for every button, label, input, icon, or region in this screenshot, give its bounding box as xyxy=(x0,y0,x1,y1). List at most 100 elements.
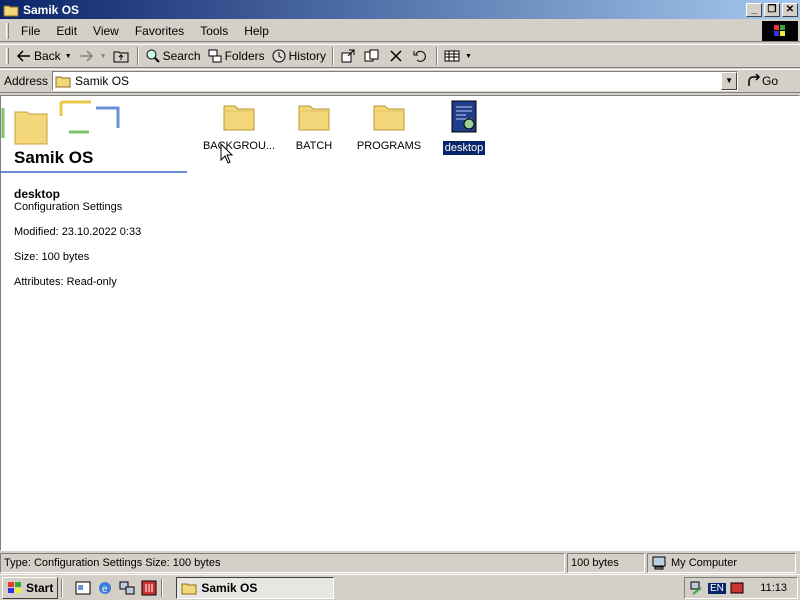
file-item-desktop[interactable]: desktop xyxy=(424,100,504,155)
folder-icon xyxy=(373,105,405,131)
folder-item-programs[interactable]: PROGRAMS xyxy=(349,100,429,153)
web-view-panel: Samik OS desktop Configuration Settings … xyxy=(1,96,189,550)
chevron-down-icon[interactable]: ▼ xyxy=(721,72,738,90)
address-value: Samik OS xyxy=(75,74,130,88)
move-to-icon xyxy=(341,49,355,63)
menu-view[interactable]: View xyxy=(85,22,127,40)
back-button[interactable]: Back ▼ xyxy=(13,45,75,67)
minimize-button[interactable]: _ xyxy=(746,2,762,17)
menu-edit[interactable]: Edit xyxy=(48,22,85,40)
taskbar: Start e Samik OS EN 11:13 xyxy=(0,574,800,600)
config-file-icon xyxy=(451,100,477,133)
clock[interactable]: 11:13 xyxy=(760,582,787,594)
svg-text:e: e xyxy=(102,584,108,595)
selected-item-size: Size: 100 bytes xyxy=(14,251,90,263)
language-indicator[interactable]: EN xyxy=(708,582,726,594)
address-label: Address xyxy=(4,74,49,88)
network-icon[interactable] xyxy=(118,579,136,597)
taskbar-window-label: Samik OS xyxy=(201,580,258,595)
menu-favorites[interactable]: Favorites xyxy=(127,22,192,40)
taskbar-window-samik-os[interactable]: Samik OS xyxy=(176,576,335,599)
folder-item-batch[interactable]: BATCH xyxy=(274,100,354,153)
folder-label: BATCH xyxy=(295,140,333,152)
start-label: Start xyxy=(26,580,54,595)
folder-item-backgrounds[interactable]: BACKGROU... xyxy=(199,100,279,153)
status-zone: My Computer xyxy=(647,553,796,573)
show-desktop-icon[interactable] xyxy=(74,579,92,597)
chevron-down-icon[interactable]: ▼ xyxy=(465,53,472,60)
standard-toolbar: Back ▼ ▼ Search Folders History ▼ xyxy=(0,44,800,68)
search-label: Search xyxy=(162,49,201,63)
menu-help[interactable]: Help xyxy=(236,22,277,40)
search-button[interactable]: Search xyxy=(142,45,204,67)
folders-label: Folders xyxy=(224,49,265,63)
network-status-icon[interactable] xyxy=(689,580,705,596)
folder-label: BACKGROU... xyxy=(202,140,276,152)
up-folder-button[interactable] xyxy=(110,45,134,67)
folders-icon xyxy=(208,49,222,63)
title-bar[interactable]: Samik OS _ ❐ ✕ xyxy=(0,0,800,19)
folder-icon xyxy=(223,105,255,131)
up-folder-icon xyxy=(113,51,129,63)
file-label: desktop xyxy=(442,141,486,155)
delete-button[interactable] xyxy=(385,45,409,67)
window-title: Samik OS xyxy=(23,2,80,17)
toolbar-grip[interactable] xyxy=(6,22,9,39)
status-zone-label: My Computer xyxy=(671,557,738,569)
history-label: History xyxy=(288,49,326,63)
go-label: Go xyxy=(762,74,779,88)
folder-view[interactable]: Samik OS desktop Configuration Settings … xyxy=(0,95,800,551)
go-arrow-icon xyxy=(748,74,761,86)
folder-icon xyxy=(55,76,71,88)
webview-title: Samik OS xyxy=(14,148,94,167)
views-button[interactable]: ▼ xyxy=(441,45,475,67)
address-bar: Address Samik OS ▼ Go xyxy=(0,69,800,93)
forward-button[interactable]: ▼ xyxy=(75,45,110,67)
status-size: 100 bytes xyxy=(567,553,645,573)
close-button[interactable]: ✕ xyxy=(782,2,798,17)
status-bar: Type: Configuration Settings Size: 100 b… xyxy=(0,553,800,573)
selected-item-name: desktop xyxy=(14,187,61,201)
system-tray: EN 11:13 xyxy=(684,577,798,599)
selected-item-modified: Modified: 23.10.2022 0:33 xyxy=(14,226,142,238)
my-computer-icon xyxy=(652,556,666,570)
folder-icon xyxy=(181,583,197,594)
search-icon xyxy=(146,49,160,63)
start-button[interactable]: Start xyxy=(2,576,59,599)
history-icon xyxy=(272,49,286,63)
copy-to-icon xyxy=(364,49,379,62)
undo-icon xyxy=(413,50,426,62)
folder-icon xyxy=(298,105,330,131)
internet-explorer-icon[interactable]: e xyxy=(96,579,114,597)
delete-icon xyxy=(390,50,402,62)
status-info: Type: Configuration Settings Size: 100 b… xyxy=(0,553,565,573)
go-button[interactable]: Go xyxy=(746,74,778,88)
chevron-down-icon[interactable]: ▼ xyxy=(65,53,72,60)
undo-button[interactable] xyxy=(409,45,433,67)
history-button[interactable]: History xyxy=(268,45,329,67)
address-field[interactable]: Samik OS ▼ xyxy=(52,71,739,91)
restore-button[interactable]: ❐ xyxy=(764,2,780,17)
selected-item-attributes: Attributes: Read-only xyxy=(14,276,117,288)
back-arrow-icon xyxy=(16,50,30,62)
webview-banner-icon xyxy=(1,100,120,145)
menu-bar: File Edit View Favorites Tools Help xyxy=(0,20,800,42)
media-icon[interactable] xyxy=(140,579,158,597)
volume-icon[interactable] xyxy=(729,580,745,596)
chevron-down-icon[interactable]: ▼ xyxy=(100,53,107,60)
toolbar-grip[interactable] xyxy=(6,48,9,64)
back-label: Back xyxy=(34,49,61,63)
forward-arrow-icon xyxy=(79,50,93,62)
views-icon xyxy=(444,50,460,62)
menu-tools[interactable]: Tools xyxy=(192,22,236,40)
menu-file[interactable]: File xyxy=(13,22,48,40)
folders-button[interactable]: Folders xyxy=(204,45,268,67)
mouse-cursor-icon xyxy=(220,143,234,164)
quick-launch: e xyxy=(74,579,158,597)
selected-item-type: Configuration Settings xyxy=(14,201,123,213)
folder-label: PROGRAMS xyxy=(356,140,422,152)
copy-to-button[interactable] xyxy=(361,45,385,67)
windows-logo-icon xyxy=(762,21,798,41)
webview-divider xyxy=(1,171,187,173)
move-to-button[interactable] xyxy=(337,45,361,67)
